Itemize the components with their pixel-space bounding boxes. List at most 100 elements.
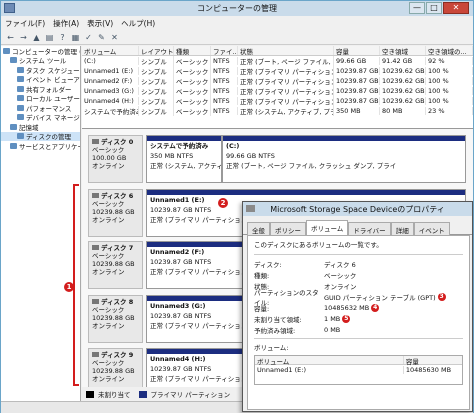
dialog-tabs: 全般 ポリシー ボリューム ドライバー 詳細 イベント: [243, 216, 472, 235]
col-header[interactable]: ボリューム: [82, 46, 139, 55]
disk-icon: [92, 352, 99, 357]
forward-icon[interactable]: →: [18, 32, 29, 43]
volume-row[interactable]: Unnamed1 (E:) シンプル ベーシック NTFS 正常 (プライマリ パーティ…: [82, 66, 473, 76]
properties-dialog: Microsoft Storage Space Deviceのプロパティ 全般ポ…: [242, 201, 473, 412]
tree-item-label: デバイス マネージャー: [26, 114, 80, 122]
volume-cell: ベーシック: [174, 86, 211, 96]
volume-cell: 10239.87 GB: [336, 77, 380, 85]
show-tree-icon[interactable]: ▤: [44, 32, 55, 43]
disk-status: オンライン: [92, 322, 125, 330]
volume-row[interactable]: Unnamed3 (G:) シンプル ベーシック NTFS 正常 (プライマリ パーティ…: [82, 86, 473, 96]
menu-view[interactable]: 表示(V): [87, 18, 113, 29]
partition-size: 99.66 GB NTFS: [226, 152, 275, 160]
volumes-table[interactable]: ボリューム 容量 Unnamed1 (E:) 10485630 MB: [254, 355, 463, 385]
up-folder-icon[interactable]: ▲: [31, 32, 42, 43]
legend-unallocated: 未割り当て: [98, 391, 131, 399]
partition[interactable]: システムで予約済み 350 MB NTFS 正常 (システム, アクティブ: [146, 135, 222, 183]
tree-item[interactable]: タスク スケジューラ: [1, 65, 80, 75]
dialog-title-bar: Microsoft Storage Space Deviceのプロパティ: [243, 202, 472, 216]
col-header[interactable]: 空き領域の...: [426, 46, 473, 55]
partition[interactable]: (C:) 99.66 GB NTFS 正常 (ブート, ページ ファイル, クラッシ…: [222, 135, 466, 183]
volume-row[interactable]: Unnamed4 (H:) シンプル ベーシック NTFS 正常 (プライマリ パーティ…: [82, 96, 473, 106]
property-row: 未割り当て領域: 1 MB 5: [254, 313, 463, 324]
tab-4[interactable]: 詳細: [390, 222, 414, 235]
minimize-button[interactable]: —: [409, 2, 425, 14]
tree-item[interactable]: サービスとアプリケーション: [1, 141, 80, 151]
folder-icon: [17, 114, 24, 121]
tree-item[interactable]: ローカル ユーザーとグループ: [1, 94, 80, 103]
volume-cell: NTFS: [211, 87, 238, 95]
volume-cell: NTFS: [211, 107, 238, 115]
folder-icon: [10, 142, 17, 149]
disk-status: オンライン: [92, 216, 125, 224]
tree-item[interactable]: パフォーマンス: [1, 103, 80, 113]
col-header[interactable]: 容量: [402, 356, 462, 366]
menu-action[interactable]: 操作(A): [53, 18, 79, 29]
col-header[interactable]: レイアウト: [139, 46, 174, 55]
properties-icon[interactable]: ▦: [70, 32, 81, 43]
tree-item[interactable]: デバイス マネージャー: [1, 113, 80, 122]
tab-3[interactable]: ドライバー: [348, 222, 391, 235]
volume-cell: ベーシック: [174, 76, 211, 86]
close-button[interactable]: ✕: [443, 2, 469, 14]
col-header[interactable]: 空き領域: [380, 46, 426, 55]
property-value: オンライン: [324, 282, 357, 291]
volume-cell: 100 %: [426, 67, 473, 75]
annotation-badge-3: 3: [437, 292, 446, 301]
disk-label[interactable]: ディスク 0 ベーシック 100.00 GB オンライン: [88, 135, 143, 183]
tab-2[interactable]: ボリューム: [306, 220, 349, 235]
tab-0[interactable]: 全般: [247, 222, 270, 235]
disk-row: ディスク 0 ベーシック 100.00 GB オンライン システムで予約済み 350 MB…: [88, 135, 468, 183]
app-icon: [4, 3, 15, 13]
menu-file[interactable]: ファイル(F): [5, 18, 45, 29]
volume-cell: 91.42 GB: [380, 57, 426, 65]
maximize-button[interactable]: □: [426, 2, 442, 14]
menu-help[interactable]: ヘルプ(H): [121, 18, 155, 29]
volume-row[interactable]: Unnamed1 (E:) 10485630 MB: [255, 365, 462, 374]
folder-icon: [17, 104, 24, 111]
delete-icon[interactable]: ✕: [109, 32, 120, 43]
disk-size: 10239.88 GB: [92, 367, 135, 375]
disk-name: ディスク 0: [92, 138, 139, 146]
disk-icon: [92, 245, 99, 250]
volume-cell: 10239.87 GB: [336, 97, 380, 105]
disk-type: ベーシック: [92, 359, 125, 367]
tab-5[interactable]: イベント: [413, 222, 450, 235]
disk-label[interactable]: ディスク 6 ベーシック 10239.88 GB オンライン: [88, 189, 143, 237]
col-header[interactable]: 状態: [238, 46, 334, 55]
volume-cell: シンプル: [139, 106, 174, 116]
disk-icon: [92, 139, 99, 144]
volume-cell: システムで予約済み: [84, 106, 139, 116]
unallocated-swatch: [86, 390, 94, 398]
volume-cell: NTFS: [211, 97, 238, 105]
col-header[interactable]: ボリューム: [255, 356, 403, 366]
col-header[interactable]: ファイ...: [211, 46, 238, 55]
volume-cell: シンプル: [139, 56, 174, 66]
col-header[interactable]: 種類: [174, 46, 211, 55]
volume-row[interactable]: (C:) シンプル ベーシック NTFS 正常 (ブート, ページ ファイル, ... 9…: [82, 56, 473, 66]
back-icon[interactable]: ←: [5, 32, 16, 43]
check-icon[interactable]: ✓: [83, 32, 94, 43]
volume-cell: 正常 (システム, アクティブ, プライマ...: [238, 106, 334, 116]
volume-row[interactable]: システムで予約済み シンプル ベーシック NTFS 正常 (システム, アクティブ, プ…: [82, 106, 473, 116]
property-value: GUID パーティション テーブル (GPT): [324, 293, 436, 302]
volume-cell: ベーシック: [174, 56, 211, 66]
tree-item[interactable]: 記憶域: [1, 122, 80, 132]
tree-item[interactable]: 共有フォルダー: [1, 84, 80, 94]
col-header[interactable]: 容量: [334, 46, 380, 55]
disk-label[interactable]: ディスク 8 ベーシック 10239.88 GB オンライン: [88, 295, 143, 343]
console-tree: コンピューターの管理 (ローカル)システム ツールタスク スケジューライベント …: [1, 46, 81, 401]
disk-icon: [92, 193, 99, 198]
tree-item[interactable]: ディスクの管理: [1, 131, 80, 141]
volume-list-header: ボリューム レイアウト 種類 ファイ... 状態 容量 空き領域 空き領域の..…: [82, 46, 473, 56]
intro-text: このディスクにあるボリュームの一覧です。: [254, 241, 383, 249]
property-label: 容量:: [254, 304, 270, 313]
tree-item[interactable]: イベント ビューアー: [1, 75, 80, 84]
volume-row[interactable]: Unnamed2 (F:) シンプル ベーシック NTFS 正常 (プライマリ パーティ…: [82, 76, 473, 86]
tree-item[interactable]: コンピューターの管理 (ローカル): [1, 46, 80, 56]
help-icon[interactable]: ?: [57, 32, 68, 43]
edit-icon[interactable]: ✎: [96, 32, 107, 43]
disk-label[interactable]: ディスク 7 ベーシック 10239.88 GB オンライン: [88, 241, 143, 289]
tab-1[interactable]: ポリシー: [270, 222, 306, 235]
tree-item[interactable]: システム ツール: [1, 56, 80, 65]
